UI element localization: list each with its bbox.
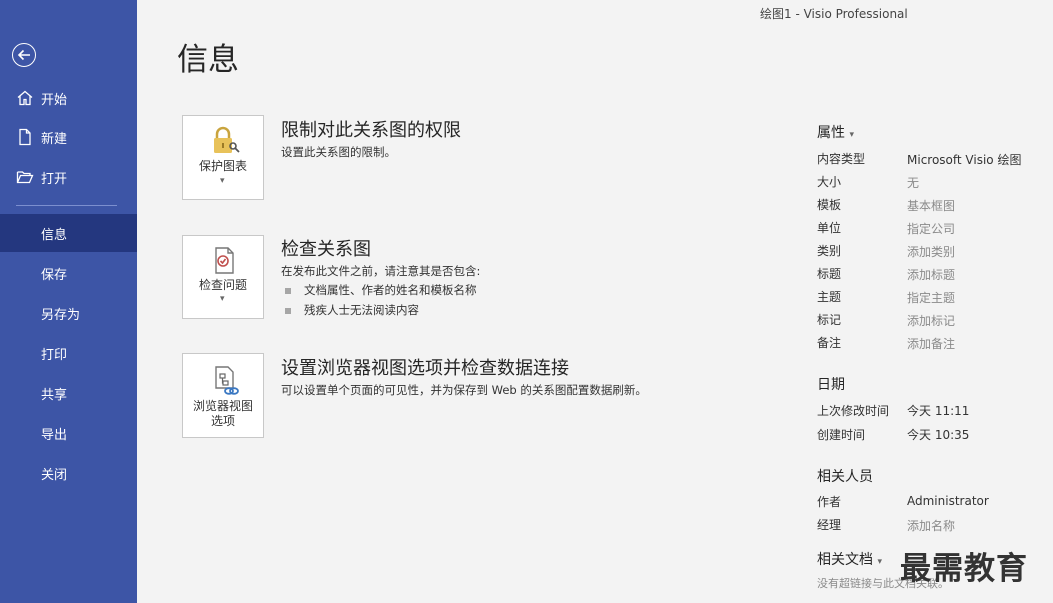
- browser-description: 可以设置单个页面的可见性，并为保存到 Web 的关系图配置数据刷新。: [281, 383, 647, 397]
- dropdown-caret-icon: ▾: [220, 176, 225, 186]
- sidebar-item-label: 打印: [41, 347, 68, 363]
- property-key: 单位: [817, 221, 842, 235]
- property-field-comments[interactable]: 添加备注: [907, 335, 955, 352]
- protect-diagram-button[interactable]: 保护图表 ▾: [182, 115, 264, 200]
- property-key: 备注: [817, 336, 842, 350]
- property-key: 上次修改时间: [817, 404, 890, 418]
- sidebar-item-save[interactable]: 保存: [0, 254, 137, 292]
- property-key: 类别: [817, 244, 842, 258]
- browser-heading: 设置浏览器视图选项并检查数据连接: [281, 358, 569, 379]
- sidebar-item-close[interactable]: 关闭: [0, 454, 137, 492]
- last-modified-value: 今天 11:11: [907, 404, 970, 418]
- lock-key-icon: [214, 126, 240, 153]
- dates-heading: 日期: [817, 377, 845, 393]
- sidebar-item-label: 导出: [41, 427, 68, 443]
- author-value[interactable]: Administrator: [907, 494, 989, 508]
- property-value-content-type: Microsoft Visio 绘图: [907, 153, 1022, 167]
- check-issues-button[interactable]: 检查问题 ▾: [182, 235, 264, 319]
- browser-view-options-button[interactable]: 浏览器视图选项: [182, 353, 264, 438]
- page-title: 信息: [177, 42, 239, 78]
- property-key: 经理: [817, 518, 842, 532]
- property-key: 创建时间: [817, 428, 866, 442]
- dropdown-caret-icon: ▾: [849, 130, 854, 140]
- sidebar-item-share[interactable]: 共享: [0, 374, 137, 412]
- watermark-logo: 最需教育: [900, 551, 1028, 587]
- sidebar-item-label: 开始: [41, 92, 68, 108]
- related-documents-heading[interactable]: 相关文档 ▾: [817, 549, 882, 569]
- property-value-size: 无: [907, 176, 920, 190]
- dropdown-caret-icon: ▾: [220, 294, 225, 304]
- sidebar-item-label: 新建: [41, 131, 68, 147]
- sidebar-item-label: 保存: [41, 267, 68, 283]
- sidebar-item-export[interactable]: 导出: [0, 414, 137, 452]
- property-field-tags[interactable]: 添加标记: [907, 312, 955, 329]
- open-folder-icon: [16, 171, 34, 184]
- dropdown-caret-icon: ▾: [877, 557, 882, 567]
- property-key: 作者: [817, 495, 842, 509]
- property-key: 标记: [817, 313, 842, 327]
- property-key: 内容类型: [817, 152, 866, 166]
- property-value-template: 基本框图: [907, 199, 956, 213]
- sidebar-item-label: 信息: [41, 227, 68, 243]
- browser-view-options-label: 浏览器视图选项: [192, 399, 253, 428]
- inspect-heading: 检查关系图: [281, 239, 371, 260]
- property-key: 标题: [817, 267, 842, 281]
- property-field-title[interactable]: 添加标题: [907, 266, 955, 283]
- related-people-heading: 相关人员: [817, 469, 873, 485]
- sidebar-item-new[interactable]: 新建: [0, 118, 137, 156]
- protect-heading: 限制对此关系图的权限: [281, 120, 461, 141]
- new-document-icon: [19, 128, 31, 146]
- property-key: 模板: [817, 198, 842, 212]
- manager-field[interactable]: 添加名称: [907, 517, 955, 534]
- inspect-bullet: 残疾人士无法阅读内容: [285, 302, 419, 318]
- sidebar-item-label: 共享: [41, 387, 68, 403]
- property-field-company[interactable]: 指定公司: [907, 220, 955, 237]
- property-key: 主题: [817, 290, 842, 304]
- home-icon: [17, 90, 33, 106]
- inspect-description: 在发布此文件之前，请注意其是否包含:: [281, 264, 481, 278]
- sidebar-item-open[interactable]: 打开: [0, 158, 137, 196]
- sidebar-item-label: 另存为: [41, 307, 81, 323]
- properties-heading[interactable]: 属性 ▾: [817, 122, 854, 142]
- protect-description: 设置此关系图的限制。: [281, 145, 396, 159]
- sidebar-item-label: 关闭: [41, 467, 68, 483]
- back-arrow-icon[interactable]: [12, 43, 36, 67]
- sidebar-item-home[interactable]: 开始: [0, 79, 137, 117]
- sidebar-item-label: 打开: [41, 171, 68, 187]
- backstage-sidebar: 开始 新建 打开 信息 保存 另存为 打印 共享 导出 关闭: [0, 0, 137, 603]
- sidebar-item-info[interactable]: 信息: [0, 214, 137, 252]
- created-value: 今天 10:35: [907, 428, 970, 442]
- sidebar-item-print[interactable]: 打印: [0, 334, 137, 372]
- sidebar-item-save-as[interactable]: 另存为: [0, 294, 137, 332]
- inspect-bullet: 文档属性、作者的姓名和模板名称: [285, 282, 477, 298]
- browser-view-link-icon: [215, 366, 239, 395]
- sidebar-divider: [16, 205, 117, 206]
- window-title: 绘图1 - Visio Professional: [760, 7, 908, 21]
- check-issues-label: 检查问题: [198, 278, 247, 292]
- protect-diagram-label: 保护图表: [198, 159, 247, 173]
- property-field-subject[interactable]: 指定主题: [907, 289, 955, 306]
- property-field-category[interactable]: 添加类别: [907, 243, 955, 260]
- property-key: 大小: [817, 175, 842, 189]
- inspect-document-icon: [215, 247, 234, 274]
